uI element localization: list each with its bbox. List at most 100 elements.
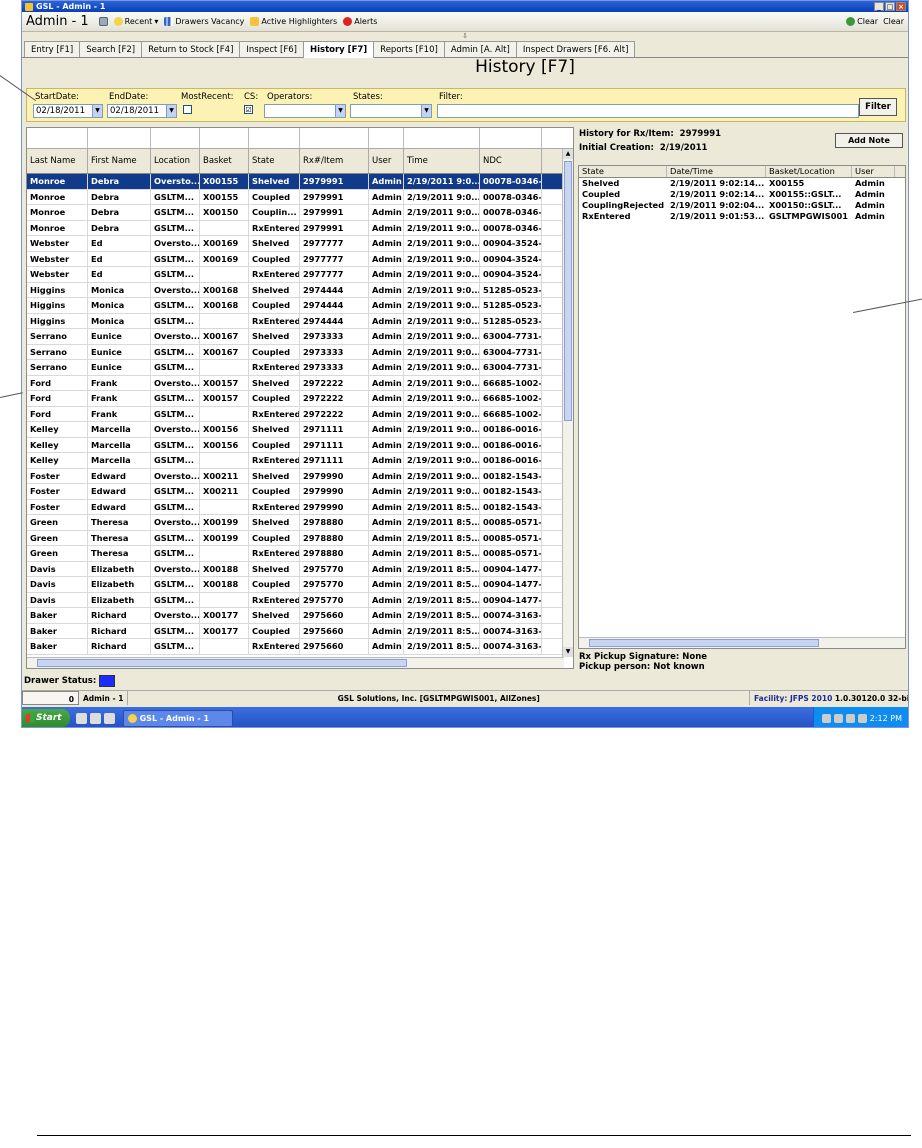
- table-row[interactable]: Higgins Monica GSLTM... X00168 Coupled 297444…: [27, 298, 573, 314]
- close-button[interactable]: ×: [896, 2, 906, 11]
- table-row[interactable]: Kelley Marcella GSLTM... X00156 Coupled 29711…: [27, 437, 573, 453]
- filter-input[interactable]: [437, 104, 859, 118]
- column-filter-cell[interactable]: [249, 128, 300, 148]
- table-row[interactable]: Serrano Eunice GSLTM... RxEntered 2973333 Adm…: [27, 360, 573, 376]
- scroll-thumb[interactable]: [37, 659, 407, 667]
- filter-button[interactable]: Filter: [859, 98, 897, 116]
- printer-icon[interactable]: [845, 713, 855, 723]
- column-filter-cell[interactable]: [151, 128, 200, 148]
- collapse-toggle-icon[interactable]: ⇩: [22, 32, 908, 41]
- column-filter-cell[interactable]: [300, 128, 369, 148]
- doc-button[interactable]: [98, 17, 108, 26]
- detail-row[interactable]: Coupled 2/19/2011 9:02:14... X00155::GSLT.…: [579, 189, 905, 200]
- scroll-up-icon[interactable]: ▲: [563, 149, 573, 159]
- table-row[interactable]: Ford Frank GSLTM... X00157 Coupled 2972222 Adm…: [27, 391, 573, 407]
- minimize-button[interactable]: _: [874, 2, 884, 11]
- column-header-basket[interactable]: Basket: [200, 149, 249, 173]
- table-row[interactable]: Serrano Eunice Oversto... X00167 Shelved 2973…: [27, 329, 573, 345]
- table-row[interactable]: Monroe Debra Oversto... X00155 Shelved 297999…: [27, 174, 573, 190]
- tab-inspect-drawers[interactable]: Inspect Drawers [F6. Alt]: [515, 41, 636, 57]
- chevron-down-icon[interactable]: ▼: [421, 105, 431, 117]
- maximize-button[interactable]: □: [885, 2, 895, 11]
- taskbar-app-button[interactable]: GSL - Admin - 1: [122, 709, 233, 727]
- table-row[interactable]: Kelley Marcella Oversto... X00156 Shelved 297…: [27, 422, 573, 438]
- column-header-last-name[interactable]: Last Name: [27, 149, 88, 173]
- table-row[interactable]: Davis Elizabeth GSLTM... RxEntered 2975770 Ad…: [27, 592, 573, 608]
- chevron-down-icon[interactable]: ▼: [92, 105, 102, 117]
- table-row[interactable]: Foster Edward Oversto... X00211 Shelved 29799…: [27, 468, 573, 484]
- column-filter-cell[interactable]: [369, 128, 404, 148]
- column-filter-cell[interactable]: [88, 128, 151, 148]
- desktop-icon[interactable]: [75, 712, 87, 724]
- detail-row[interactable]: Shelved 2/19/2011 9:02:14... X00155 Admin: [579, 178, 905, 189]
- scroll-thumb[interactable]: [589, 639, 819, 647]
- clear-button[interactable]: Clear: [846, 17, 878, 26]
- table-row[interactable]: Higgins Monica GSLTM... RxEntered 2974444 Adm…: [27, 313, 573, 329]
- vertical-scrollbar[interactable]: ▲ ▼: [562, 149, 573, 657]
- drawers-vacancy-button[interactable]: Drawers Vacancy: [164, 17, 244, 26]
- tab-history[interactable]: History [F7]: [303, 41, 375, 58]
- table-row[interactable]: Webster Ed Oversto... X00169 Shelved 2977777 A…: [27, 236, 573, 252]
- table-row[interactable]: Monroe Debra GSLTM... X00150 Couplin... 29799…: [27, 205, 573, 221]
- table-row[interactable]: Foster Edward GSLTM... X00211 Coupled 2979990…: [27, 484, 573, 500]
- clear-all-button[interactable]: Clear: [883, 17, 904, 26]
- media-icon[interactable]: [103, 712, 115, 724]
- table-row[interactable]: Webster Ed GSLTM... X00169 Coupled 2977777 Adm…: [27, 251, 573, 267]
- end-date-picker[interactable]: 02/18/2011 ▼: [107, 104, 177, 118]
- chevron-down-icon[interactable]: ▼: [166, 105, 176, 117]
- table-row[interactable]: Baker Richard GSLTM... X00177 Coupled 2975660…: [27, 623, 573, 639]
- states-select[interactable]: ▼: [350, 104, 432, 118]
- table-row[interactable]: Green Theresa Oversto... X00199 Shelved 29788…: [27, 515, 573, 531]
- tab-entry[interactable]: Entry [F1]: [24, 41, 81, 57]
- table-row[interactable]: Davis Elizabeth GSLTM... X00188 Coupled 29757…: [27, 577, 573, 593]
- column-filter-cell[interactable]: [404, 128, 480, 148]
- table-row[interactable]: Baker Richard Oversto... X00177 Shelved 29756…: [27, 608, 573, 624]
- table-row[interactable]: Davis Elizabeth Oversto... X00188 Shelved 297…: [27, 561, 573, 577]
- table-row[interactable]: Green Theresa GSLTM... RxEntered 2978880 Admi…: [27, 546, 573, 562]
- volume-icon[interactable]: [833, 713, 843, 723]
- tab-search[interactable]: Search [F2]: [79, 41, 143, 57]
- operators-select[interactable]: ▼: [264, 104, 346, 118]
- column-filter-cell[interactable]: [480, 128, 542, 148]
- column-header-user[interactable]: User: [369, 149, 404, 173]
- active-highlighters-button[interactable]: Active Highlighters: [250, 17, 337, 26]
- horizontal-scrollbar[interactable]: [27, 657, 564, 668]
- column-header-time[interactable]: Time: [404, 149, 480, 173]
- recent-button[interactable]: Recent ▾: [113, 17, 158, 26]
- monitor-icon[interactable]: [857, 713, 867, 723]
- alerts-button[interactable]: Alerts: [343, 17, 377, 26]
- add-note-button[interactable]: Add Note: [835, 133, 903, 148]
- table-row[interactable]: Monroe Debra GSLTM... RxEntered 2979991 Admin…: [27, 220, 573, 236]
- network-icon[interactable]: [821, 713, 831, 723]
- table-row[interactable]: Foster Edward GSLTM... RxEntered 2979990 Admi…: [27, 499, 573, 515]
- column-header-first-name[interactable]: First Name: [88, 149, 151, 173]
- table-row[interactable]: Ford Frank Oversto... X00157 Shelved 2972222 A…: [27, 375, 573, 391]
- tab-admin[interactable]: Admin [A. Alt]: [443, 41, 517, 57]
- tab-reports[interactable]: Reports [F10]: [373, 41, 445, 57]
- tab-inspect[interactable]: Inspect [F6]: [239, 41, 304, 57]
- start-button[interactable]: Start: [22, 709, 70, 727]
- column-header-date-time[interactable]: Date/Time: [667, 166, 766, 177]
- table-row[interactable]: Ford Frank GSLTM... RxEntered 2972222 Admin 2/…: [27, 406, 573, 422]
- column-header-state[interactable]: State: [579, 166, 667, 177]
- column-header-state[interactable]: State: [249, 149, 300, 173]
- scroll-thumb[interactable]: [564, 161, 572, 421]
- table-row[interactable]: Monroe Debra GSLTM... X00155 Coupled 2979991 A…: [27, 189, 573, 205]
- cs-checkbox[interactable]: ☑: [244, 105, 253, 114]
- start-date-picker[interactable]: 02/18/2011 ▼: [33, 104, 103, 118]
- column-header-rx-item[interactable]: Rx#/Item: [300, 149, 369, 173]
- chevron-down-icon[interactable]: ▼: [335, 105, 345, 117]
- browser-icon[interactable]: [89, 712, 101, 724]
- table-row[interactable]: Green Theresa GSLTM... X00199 Coupled 2978880…: [27, 530, 573, 546]
- horizontal-scrollbar[interactable]: [579, 637, 905, 648]
- column-filter-cell[interactable]: [27, 128, 88, 148]
- column-header-ndc[interactable]: NDC: [480, 149, 542, 173]
- detail-row[interactable]: CouplingRejected 2/19/2011 9:02:04... X001…: [579, 200, 905, 211]
- table-row[interactable]: Baker Richard GSLTM... RxEntered 2975660 Admi…: [27, 639, 573, 655]
- table-row[interactable]: Kelley Marcella GSLTM... RxEntered 2971111 Ad…: [27, 453, 573, 469]
- tab-return-to-stock[interactable]: Return to Stock [F4]: [141, 41, 241, 57]
- table-row[interactable]: Serrano Eunice GSLTM... X00167 Coupled 297333…: [27, 344, 573, 360]
- detail-row[interactable]: RxEntered 2/19/2011 9:01:53... GSLTMPGWIS0…: [579, 211, 905, 222]
- table-row[interactable]: Webster Ed GSLTM... RxEntered 2977777 Admin 2/…: [27, 267, 573, 283]
- column-header-location[interactable]: Location: [151, 149, 200, 173]
